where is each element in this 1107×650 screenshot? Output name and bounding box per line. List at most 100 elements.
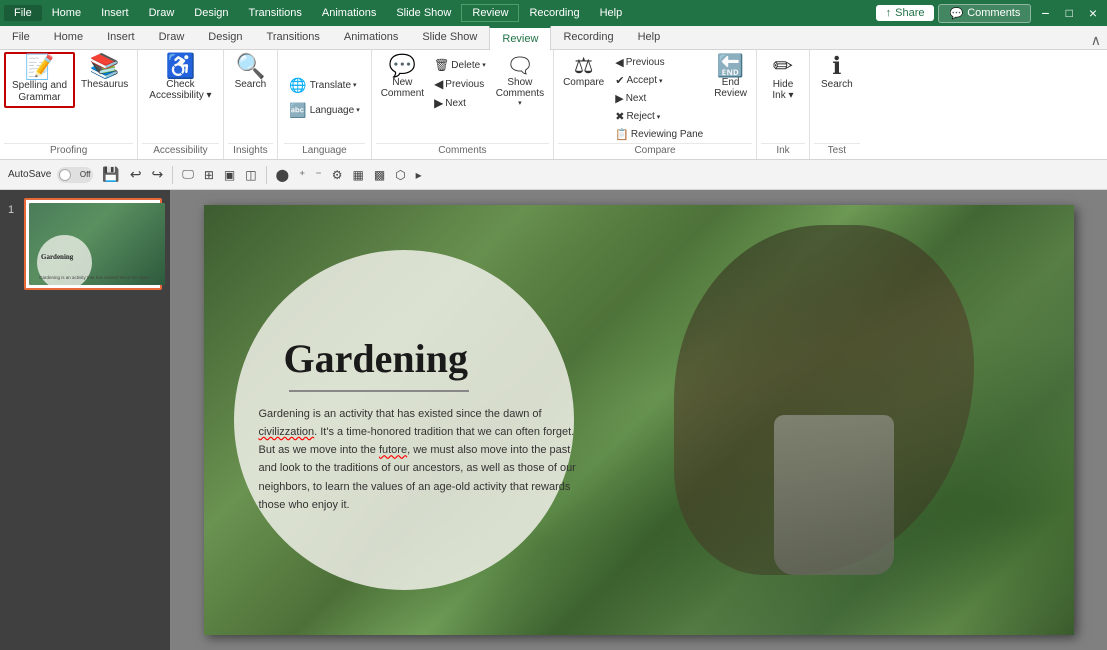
test-label: Test [814,143,860,157]
toggle-off-label: Off [80,170,91,179]
tab-slideshow[interactable]: Slide Show [410,25,489,49]
tab-recording[interactable]: Recording [551,25,625,49]
menu-file[interactable]: File [4,5,42,21]
autosave-toggle[interactable]: Off [57,167,93,183]
toolbar-icon-8[interactable]: ⚙ [329,167,346,183]
redo-icon[interactable]: ↪ [149,165,167,184]
menu-help[interactable]: Help [590,5,633,21]
menu-review[interactable]: Review [461,4,519,22]
watering-can [774,415,894,575]
accept-icon: ✔ [615,74,624,87]
end-review-button[interactable]: 🔚 End Review [709,52,752,102]
insights-label: Insights [228,143,274,157]
check-accessibility-button[interactable]: ♿ Check Accessibility ▾ [142,52,218,104]
accept-button[interactable]: ✔ Accept ▾ [611,72,707,89]
misspelled-civilizzation: civilizzation [259,426,315,438]
hide-ink-button[interactable]: ✏ Hide Ink ▾ [761,52,805,104]
next-comment-icon: ▶ [434,96,443,110]
previous-comment-button[interactable]: ◀ Previous [430,75,490,93]
search-test-icon: ℹ [832,55,841,79]
spelling-grammar-button[interactable]: 📝 Spelling and Grammar [4,52,75,108]
present-icon[interactable]: 🖵 [179,166,197,183]
tab-design[interactable]: Design [196,25,254,49]
language-label: Language [284,143,364,157]
ink-label: Ink [761,143,805,157]
menu-home[interactable]: Home [42,5,91,21]
tab-home[interactable]: Home [42,25,95,49]
share-button[interactable]: ↑ Share [876,5,935,21]
tab-file[interactable]: File [0,25,42,49]
menu-animations[interactable]: Animations [312,5,386,21]
save-icon[interactable]: 💾 [99,165,122,184]
menu-design[interactable]: Design [184,5,238,21]
search-insights-button[interactable]: 🔍 Search [228,52,274,93]
proofing-label: Proofing [4,143,133,157]
delete-icon: 🗑 [434,58,449,72]
previous-comment-icon: ◀ [434,77,443,91]
spelling-icon: 📝 [25,56,55,80]
tab-animations[interactable]: Animations [332,25,410,49]
translate-button[interactable]: 🌐 Translate ▾ [284,74,364,97]
maximize-button[interactable]: □ [1060,6,1079,20]
undo-icon[interactable]: ↩ [127,165,145,184]
next-comment-button[interactable]: ▶ Next [430,94,490,112]
comments-label: Comments [376,143,549,157]
ribbon-group-proofing: 📝 Spelling and Grammar 📚 Thesaurus Proof… [0,50,138,159]
tab-draw[interactable]: Draw [147,25,197,49]
menu-slideshow[interactable]: Slide Show [386,5,461,21]
ribbon-collapse-icon[interactable]: ∧ [1085,32,1107,49]
slide-canvas[interactable]: Gardening Gardening is an activity that … [204,205,1074,635]
reject-icon: ✖ [615,110,624,123]
reviewing-pane-button[interactable]: 📋 Reviewing Pane [611,126,707,143]
toolbar-icon-3[interactable]: ▣ [221,167,238,183]
menu-transitions[interactable]: Transitions [239,5,312,21]
toolbar-separator-2 [266,166,267,184]
toolbar-icon-4[interactable]: ◫ [242,167,259,183]
ribbon-group-comments: 💬 New Comment 🗑 Delete ▾ ◀ Previous ▶ Ne… [372,50,554,159]
autosave-label: AutoSave [8,169,51,180]
ribbon-group-ink: ✏ Hide Ink ▾ Ink [757,50,810,159]
ribbon-group-insights: 🔍 Search Insights [224,50,279,159]
thesaurus-icon: 📚 [90,55,120,79]
tab-help[interactable]: Help [626,25,673,49]
thesaurus-button[interactable]: 📚 Thesaurus [76,52,133,93]
search-test-button[interactable]: ℹ Search [814,52,860,93]
slide-1-number: 1 [8,204,14,216]
language-button[interactable]: 🔤 Language ▾ [284,99,364,122]
toggle-knob [59,169,71,181]
search-insights-icon: 🔍 [235,55,265,79]
tab-review[interactable]: Review [489,26,551,50]
toolbar-icon-6[interactable]: ⁺ [296,167,308,183]
tab-transitions[interactable]: Transitions [255,25,332,49]
previous-change-button[interactable]: ◀ Previous [611,54,707,71]
reject-button[interactable]: ✖ Reject ▾ [611,108,707,125]
hide-ink-icon: ✏ [773,55,793,79]
comments-bubble-icon: 💬 [949,7,963,20]
toolbar-icon-10[interactable]: ▩ [371,167,388,183]
slide-1-thumbnail[interactable]: 1 Gardening Gardening is an activity tha… [24,198,162,290]
share-icon: ↑ [886,7,892,19]
menu-draw[interactable]: Draw [139,5,185,21]
compare-button[interactable]: ⚖ Compare [558,52,609,91]
menu-insert[interactable]: Insert [91,5,139,21]
comments-button[interactable]: 💬 Comments [938,4,1031,23]
toolbar-icon-11[interactable]: ⬡ [392,167,408,183]
menu-recording[interactable]: Recording [519,5,589,21]
end-review-icon: 🔚 [717,55,744,77]
slide-body-text: Gardening is an activity that has existe… [259,405,579,514]
show-comments-button[interactable]: 🗨 Show Comments ▾ [491,52,549,110]
toolbar-icon-7[interactable]: ⁻ [312,167,324,183]
next-change-button[interactable]: ▶ Next [611,90,707,107]
tab-insert[interactable]: Insert [95,25,147,49]
new-comment-button[interactable]: 💬 New Comment [376,52,429,102]
toolbar-icon-5[interactable]: ⬤ [273,167,292,183]
toolbar-icon-9[interactable]: ▦ [350,167,367,183]
show-comments-icon: 🗨 [506,55,534,77]
delete-button[interactable]: 🗑 Delete ▾ [430,56,490,74]
close-button[interactable]: × [1083,5,1103,21]
next-change-icon: ▶ [615,92,623,105]
toolbar-icon-12[interactable]: ▸ [413,167,425,183]
minimize-button[interactable]: − [1035,5,1055,21]
toolbar-icon-2[interactable]: ⊞ [201,167,217,183]
toolbar-separator-1 [172,166,173,184]
